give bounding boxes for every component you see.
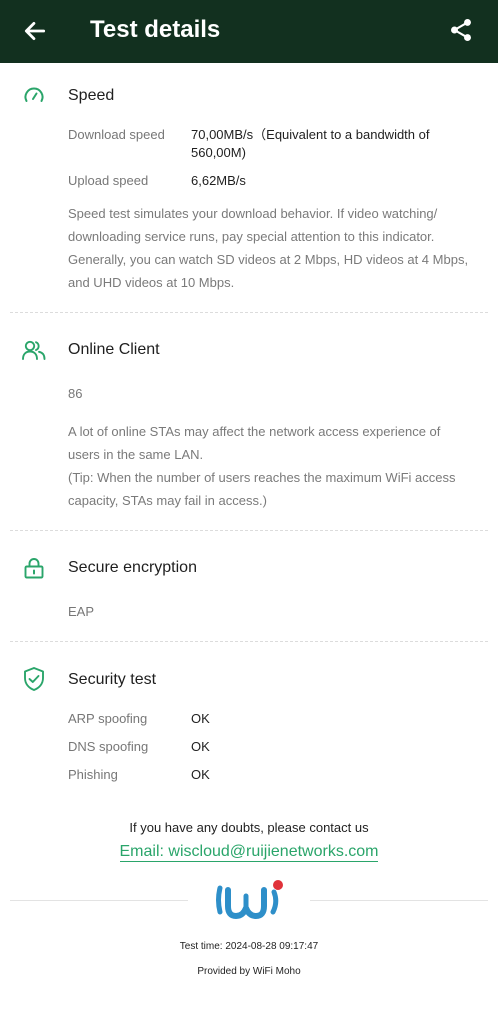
- contact-email-link[interactable]: Email: wiscloud@ruijienetworks.com: [0, 843, 498, 862]
- security-test-title: Security test: [68, 671, 157, 688]
- description-line: (Tip: When the number of users reaches t…: [68, 470, 456, 485]
- download-speed-label: Download speed: [68, 127, 165, 142]
- download-speed-value-line2: 560,00M): [191, 145, 246, 160]
- footer-divider-right: [310, 900, 488, 901]
- encryption-value: EAP: [68, 604, 95, 619]
- dns-spoofing-value: OK: [191, 739, 210, 754]
- divider: [10, 530, 488, 531]
- phishing-value: OK: [191, 767, 210, 782]
- upload-speed-value: 6,62MB/s: [191, 173, 246, 188]
- description-line: users in the same LAN.: [68, 447, 204, 462]
- share-icon: [451, 18, 471, 42]
- description-line: and UHD videos at 10 Mbps.: [68, 275, 235, 290]
- provided-by: Provided by WiFi Moho: [197, 966, 301, 977]
- divider: [10, 641, 488, 642]
- online-client-title: Online Client: [68, 341, 160, 358]
- online-client-description: A lot of online STAs may affect the netw…: [68, 420, 478, 512]
- upload-speed-label: Upload speed: [68, 173, 149, 188]
- test-time: Test time: 2024-08-28 09:17:47: [179, 941, 319, 952]
- contact-email-text[interactable]: Email: wiscloud@ruijienetworks.com: [119, 843, 379, 862]
- speed-title: Speed: [68, 87, 115, 104]
- back-button[interactable]: [20, 16, 50, 46]
- divider: [10, 312, 488, 313]
- description-line: Generally, you can watch SD videos at 2 …: [68, 252, 469, 267]
- footer-divider-left: [10, 900, 188, 901]
- arp-spoofing-value: OK: [191, 711, 210, 726]
- arrow-left-icon: [24, 22, 46, 40]
- dns-spoofing-label: DNS spoofing: [68, 739, 149, 754]
- users-icon: [21, 337, 47, 363]
- description-line: Speed test simulates your download behav…: [68, 206, 438, 221]
- description-line: A lot of online STAs may affect the netw…: [68, 424, 441, 439]
- description-line: downloading service runs, pay special at…: [68, 229, 435, 244]
- wifi-moho-logo: [214, 878, 284, 922]
- encryption-title: Secure encryption: [68, 559, 197, 576]
- download-speed-value-line1: 70,00MB/s（Equivalent to a bandwidth of: [191, 127, 430, 142]
- app-bar: Test details: [0, 0, 498, 63]
- lock-icon: [21, 555, 47, 581]
- description-line: capacity, STAs may fail in access.): [68, 493, 267, 508]
- page-title: Test details: [90, 16, 221, 43]
- speedometer-icon: [21, 83, 47, 109]
- phishing-label: Phishing: [68, 767, 118, 782]
- contact-text: If you have any doubts, please contact u…: [129, 820, 369, 835]
- speed-description: Speed test simulates your download behav…: [68, 202, 478, 294]
- online-client-count: 86: [68, 386, 83, 401]
- share-button[interactable]: [446, 15, 476, 45]
- shield-check-icon: [21, 666, 47, 692]
- arp-spoofing-label: ARP spoofing: [68, 711, 148, 726]
